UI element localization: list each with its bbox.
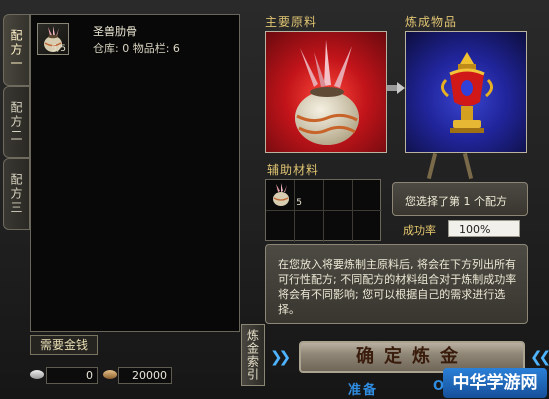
aux-slot[interactable]	[353, 180, 382, 211]
silver-amount: 0	[46, 367, 98, 384]
tab-recipe-2[interactable]: 配方二	[3, 86, 30, 158]
chevron-right-icon: ❯❯	[270, 348, 291, 366]
silver-coin-icon	[30, 370, 44, 379]
tab-recipe-1[interactable]: 配方一	[3, 14, 30, 86]
alchemy-window: 配方一 配方二 配方三 5/5 圣兽肋骨 仓库: 0 物品栏: 6 需要金钱 0	[0, 0, 549, 399]
aux-material-grid: 5	[265, 179, 382, 242]
site-watermark-logo: 中华学游网	[443, 368, 547, 398]
recipe-item-stock: 仓库: 0 物品栏: 6	[93, 42, 180, 55]
required-money-label: 需要金钱	[30, 335, 98, 355]
recipe-list-item[interactable]: 5/5 圣兽肋骨 仓库: 0 物品栏: 6	[35, 21, 235, 59]
decor-post	[462, 152, 474, 180]
aux-material-title: 辅助材料	[267, 163, 320, 177]
arrow-right-icon	[387, 82, 405, 94]
alchemy-index-button[interactable]: 炼金索引	[241, 324, 265, 386]
success-rate-value: 100%	[448, 220, 520, 237]
success-rate-label: 成功率	[403, 224, 436, 237]
recipe-list-panel: 5/5 圣兽肋骨 仓库: 0 物品栏: 6	[30, 14, 240, 332]
recipe-item-count: 5/5	[51, 44, 66, 54]
aux-slot[interactable]	[324, 211, 353, 242]
pot-icon	[295, 40, 359, 145]
aux-slot[interactable]	[266, 211, 295, 242]
aux-slot[interactable]	[295, 180, 324, 211]
description-text: 在您放入将要炼制主原料后, 将会在下方列出所有可行性配方; 不同配方的材料组合对…	[278, 258, 517, 316]
bronze-amount: 20000	[118, 367, 172, 384]
product-slot	[405, 31, 527, 153]
decor-post	[426, 152, 438, 180]
recipe-item-name: 圣兽肋骨	[93, 25, 137, 38]
aux-slot[interactable]	[324, 180, 353, 211]
chevron-left-icon: ❮❮	[530, 348, 549, 366]
tab-recipe-3[interactable]: 配方三	[3, 158, 30, 230]
main-material-title: 主要原料	[265, 15, 318, 29]
recipe-choice-box: 您选择了第 1 个配方	[392, 182, 528, 216]
aux-slot[interactable]	[295, 211, 324, 242]
ready-status: 准备	[348, 383, 379, 398]
description-box: 在您放入将要炼制主原料后, 将会在下方列出所有可行性配方; 不同配方的材料组合对…	[265, 244, 528, 324]
product-title: 炼成物品	[405, 15, 458, 29]
aux-slot[interactable]: 5	[266, 180, 302, 211]
trophy-icon	[441, 52, 493, 133]
pot-icon	[273, 183, 289, 206]
bronze-coin-icon	[103, 370, 117, 379]
main-material-slot[interactable]	[265, 31, 387, 153]
recipe-item-slot[interactable]: 5/5	[37, 23, 69, 55]
aux-slot[interactable]	[353, 211, 382, 242]
recipe-choice-text: 您选择了第 1 个配方	[405, 195, 507, 208]
